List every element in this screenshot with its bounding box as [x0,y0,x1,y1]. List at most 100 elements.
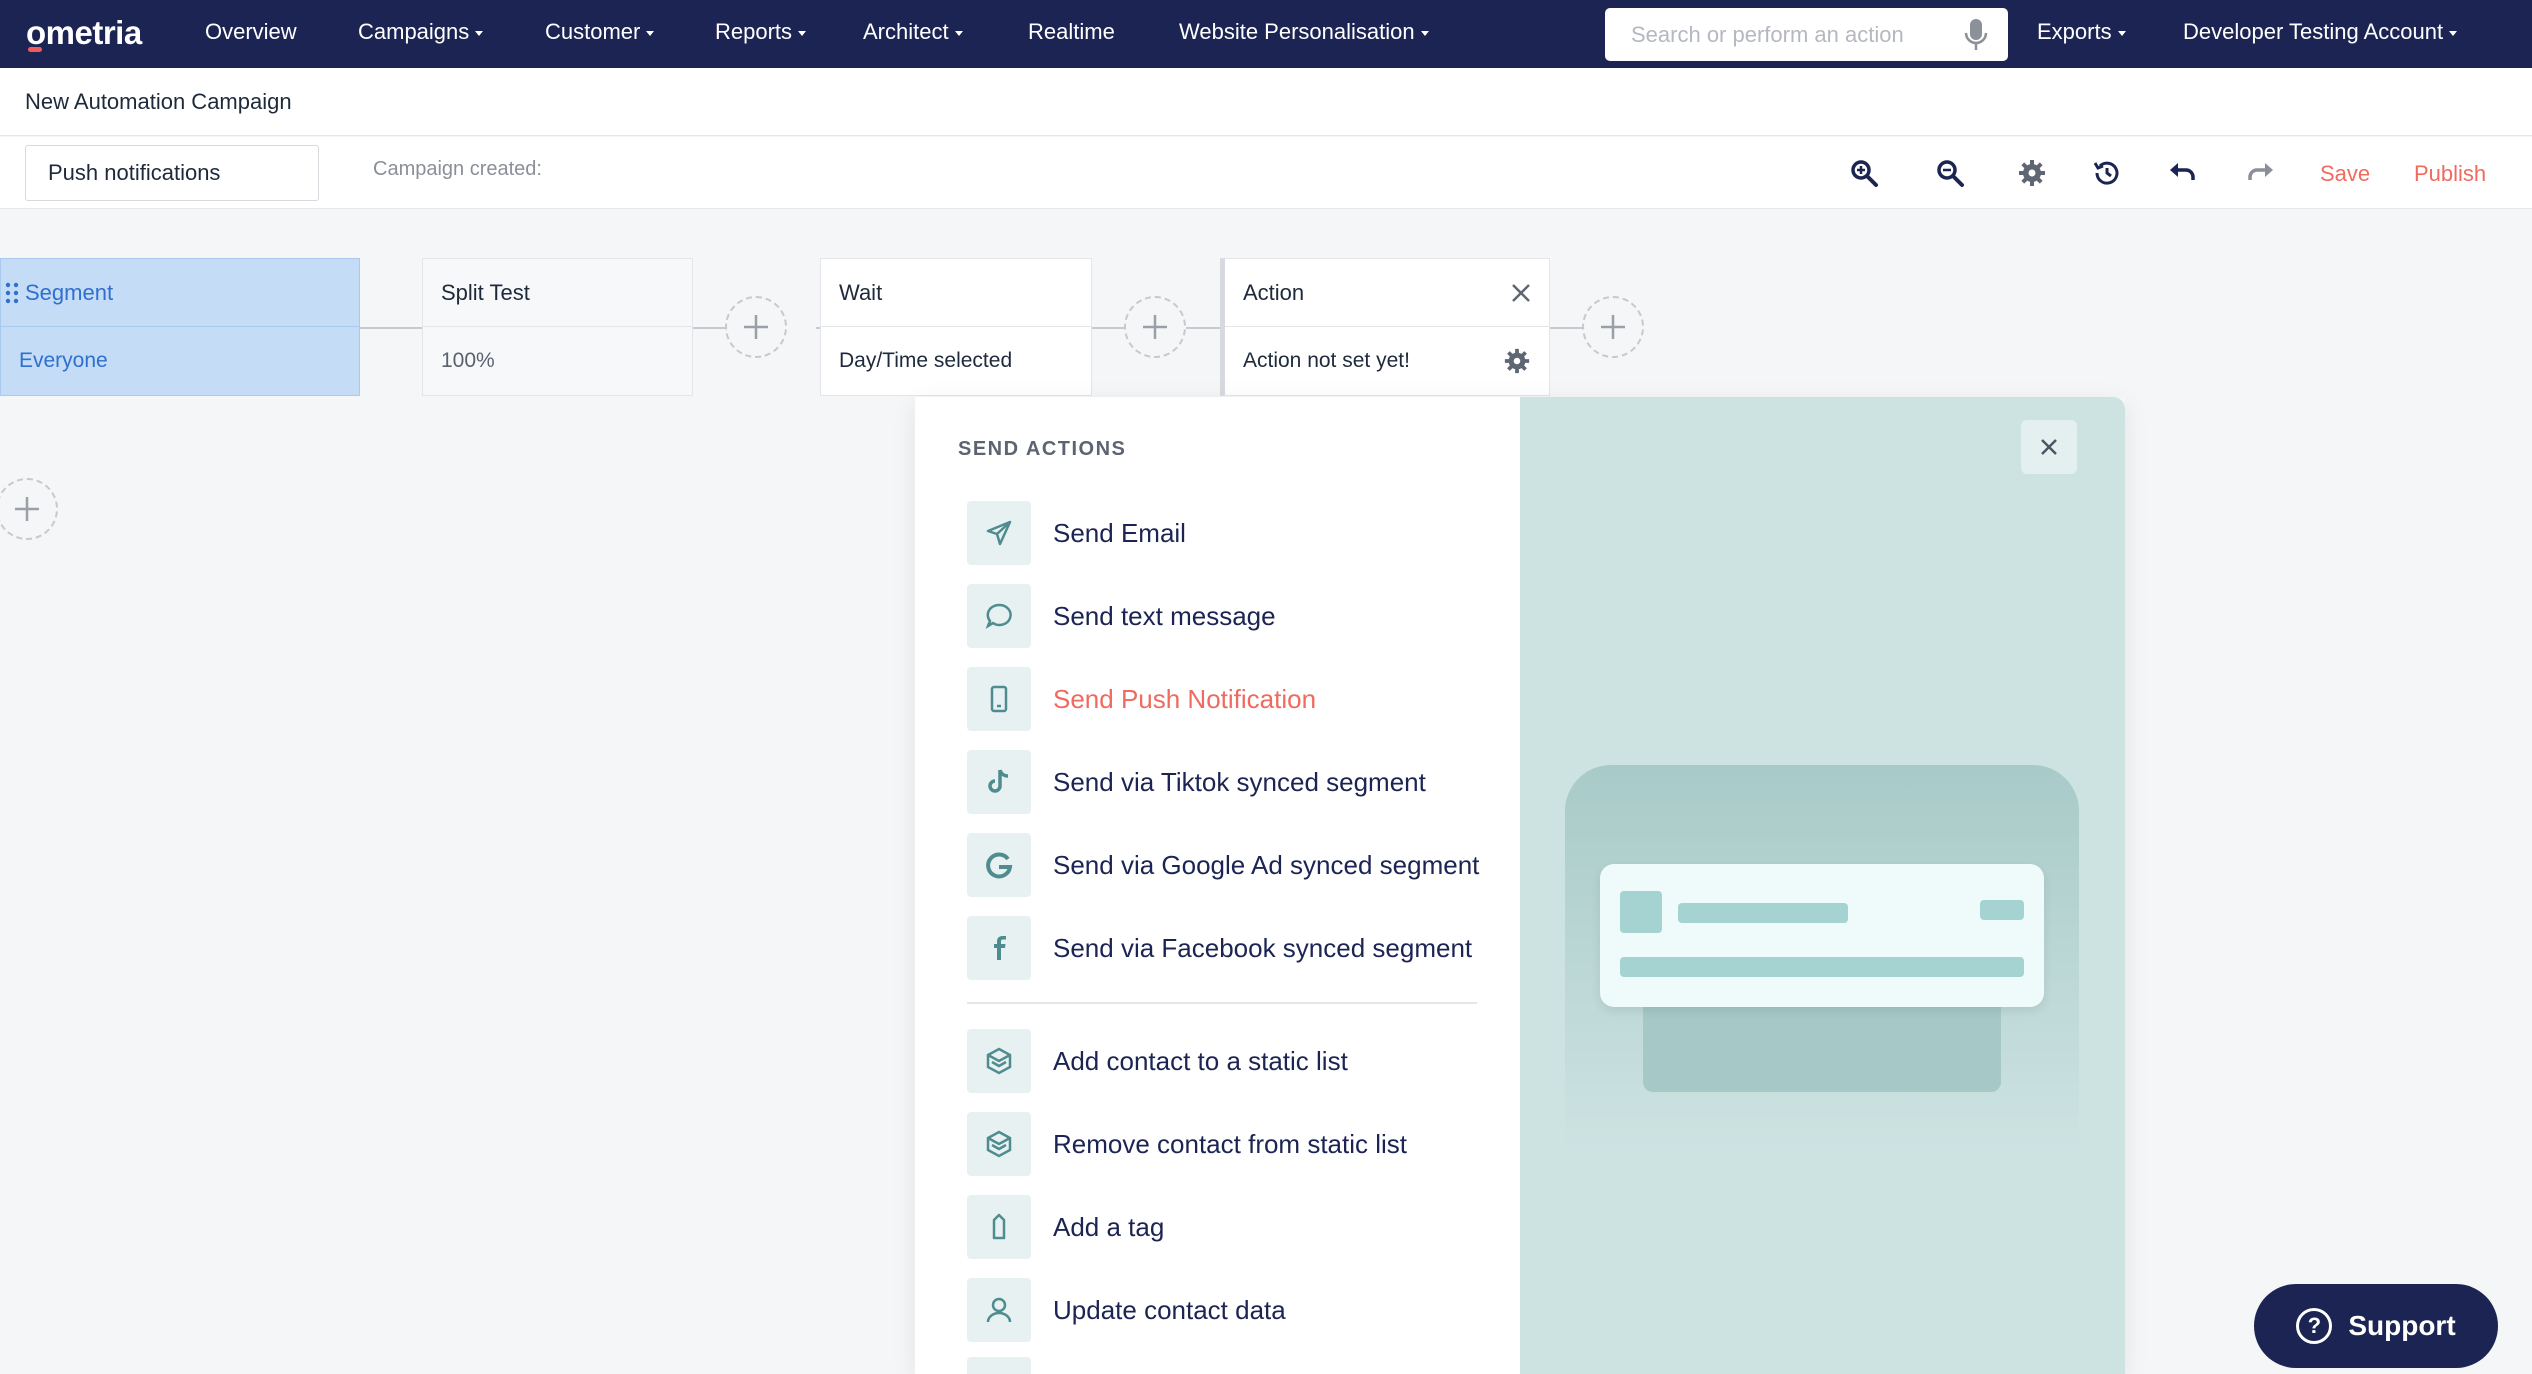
action-label: Send Push Notification [1053,683,1317,714]
nav-exports[interactable]: Exports [2037,19,2126,45]
save-button[interactable]: Save [2320,161,2370,187]
publish-button[interactable]: Publish [2414,161,2486,187]
help-icon: ? [2296,1308,2333,1344]
nav-customer[interactable]: Customer [545,19,655,45]
support-label: Support [2348,1310,2456,1341]
segment-node[interactable]: Segment Everyone [0,258,360,396]
caret-down-icon [2117,30,2126,36]
action-update-contact-data[interactable]: Update contact data [967,1277,1507,1343]
undo-icon[interactable] [2165,155,2201,191]
divider [967,1002,1477,1004]
plus-icon [744,315,768,339]
action-node[interactable]: Action Action not set yet! [1220,258,1550,396]
zoom-out-icon[interactable] [1932,155,1968,191]
action-label: Send via Google Ad synced segment [1053,849,1480,880]
redo-icon[interactable] [2242,155,2278,191]
add-step-button[interactable] [1582,296,1644,358]
top-navigation: ometria Overview Campaigns Customer Repo… [0,0,2532,68]
campaign-toolbar: Campaign created: Save Publish [0,137,2532,209]
action-label: Add a tag [1053,1211,1165,1242]
close-panel-button[interactable] [2021,420,2077,474]
add-step-button[interactable] [1124,296,1186,358]
node-value: Day/Time selected [839,349,1013,372]
nav-reports[interactable]: Reports [715,19,807,45]
plus-icon [15,497,39,521]
node-title: Action [1243,279,1305,305]
connector [1092,327,1124,329]
caret-down-icon [954,30,963,36]
search-input[interactable] [1631,21,1951,48]
campaign-created-label: Campaign created: [373,158,542,180]
caret-down-icon [798,30,807,36]
google-icon [967,833,1031,897]
close-icon [2041,439,2057,455]
nav-campaigns[interactable]: Campaigns [358,19,484,45]
nav-architect[interactable]: Architect [863,19,963,45]
page-title: New Automation Campaign [25,89,292,114]
connector [1186,327,1220,329]
page-header: New Automation Campaign [0,68,2532,136]
node-value: 100% [441,349,495,372]
action-add-to-static-list[interactable]: Add contact to a static list [967,1028,1507,1094]
node-header: Segment [1,259,359,327]
action-label: Send text message [1053,600,1276,631]
illustration-title-bar [1678,903,1848,923]
nav-overview[interactable]: Overview [205,19,297,45]
caret-down-icon [646,30,655,36]
user-icon [967,1278,1031,1342]
action-send-google-ad[interactable]: Send via Google Ad synced segment [967,832,1507,898]
global-search [1605,8,2008,61]
campaign-name-input[interactable] [25,145,319,201]
plus-icon [1143,315,1167,339]
connector [360,327,422,329]
action-send-push-notification[interactable]: Send Push Notification [967,666,1507,732]
node-header: Action [1225,259,1549,327]
node-value: Action not set yet! [1243,349,1410,372]
action-send-tiktok[interactable]: Send via Tiktok synced segment [967,749,1507,815]
action-label: Send via Tiktok synced segment [1053,766,1426,797]
illustration-notification-card [1600,864,2044,1007]
layers-icon [967,1112,1031,1176]
nav-website-personalisation[interactable]: Website Personalisation [1179,19,1429,45]
action-add-tag[interactable]: Add a tag [967,1194,1507,1260]
action-remove-from-static-list[interactable]: Remove contact from static list [967,1111,1507,1177]
layers-icon [967,1029,1031,1093]
zoom-in-icon[interactable] [1846,155,1882,191]
mobile-phone-icon [967,667,1031,731]
action-send-email[interactable]: Send Email [967,500,1507,566]
history-icon[interactable] [2089,155,2125,191]
ometria-logo[interactable]: ometria [26,14,142,52]
add-step-button[interactable] [725,296,787,358]
gear-icon[interactable] [2014,155,2050,191]
caret-down-icon [475,30,484,36]
split-test-node[interactable]: Split Test 100% [422,258,693,396]
logo-accent [28,47,42,52]
action-send-text-message[interactable]: Send text message [967,583,1507,649]
nav-realtime[interactable]: Realtime [1028,19,1115,45]
facebook-icon [967,916,1031,980]
node-title: Segment [25,279,114,305]
close-icon[interactable] [1511,283,1531,303]
drag-handle-icon[interactable] [5,282,19,304]
connector [1550,327,1584,329]
actions-list: SEND ACTIONS Send Email Send text messag… [915,397,1520,1374]
action-label: Add contact to a static list [1053,1045,1348,1076]
gear-icon[interactable] [1503,347,1531,375]
account-menu[interactable]: Developer Testing Account [2183,19,2458,45]
action-label: Send Email [1053,517,1186,548]
node-title: Wait [821,259,1091,327]
send-icon [967,501,1031,565]
caret-down-icon [2449,30,2458,36]
wait-node[interactable]: Wait Day/Time selected [820,258,1092,396]
node-title: Split Test [423,259,692,327]
microphone-icon[interactable] [1964,18,1988,52]
action-send-facebook[interactable]: Send via Facebook synced segment [967,915,1507,981]
node-body: Action not set yet! [1225,327,1549,395]
tag-icon [967,1195,1031,1259]
illustration-body-bar [1620,957,2024,977]
support-button[interactable]: ? Support [2254,1284,2498,1368]
plus-icon [1601,315,1625,339]
action-label: Remove contact from static list [1053,1128,1407,1159]
add-branch-button[interactable] [0,478,58,540]
action-label: Update contact data [1053,1294,1286,1325]
